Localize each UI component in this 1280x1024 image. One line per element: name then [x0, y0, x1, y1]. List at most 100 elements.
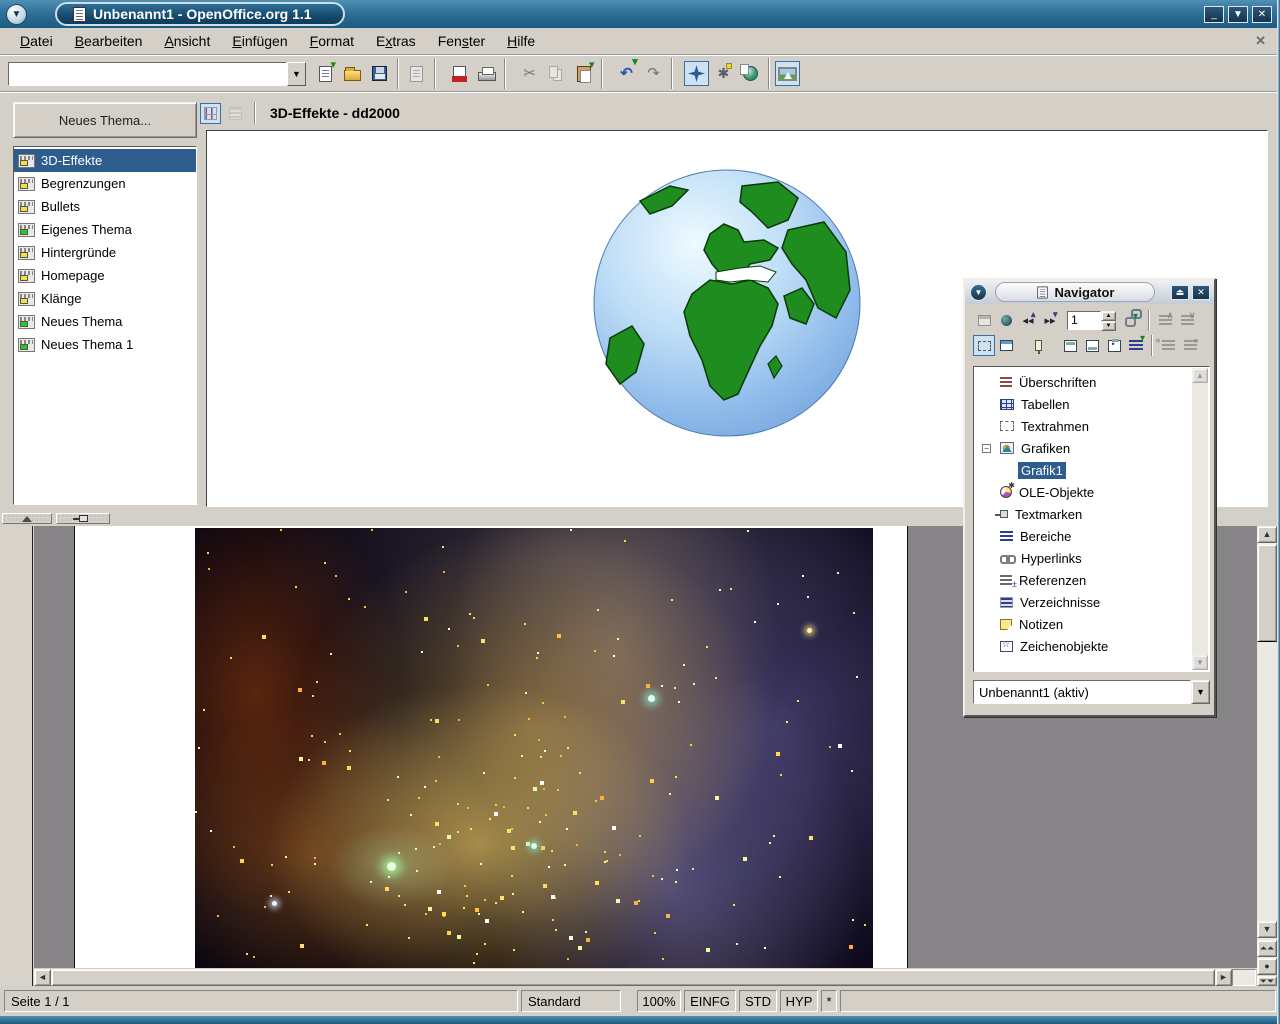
gallery-icon-view-button[interactable]	[200, 103, 221, 124]
theme-item-3d-effekte[interactable]: 3D-Effekte	[14, 149, 196, 172]
close-button[interactable]: ✕	[1252, 6, 1272, 23]
menu-bearbeiten[interactable]: Bearbeiten	[65, 30, 153, 52]
toggle-button[interactable]	[973, 310, 995, 331]
menu-hilfe[interactable]: Hilfe	[497, 30, 545, 52]
tree-item-verzeichnisse[interactable]: Verzeichnisse	[974, 591, 1209, 613]
nebula-image[interactable]	[195, 528, 873, 968]
header-button[interactable]	[1059, 335, 1081, 356]
splitter-stick-button[interactable]	[56, 513, 110, 524]
edit-file-button[interactable]	[404, 61, 429, 86]
tree-item-zeichenobjekte[interactable]: Zeichenobjekte	[974, 635, 1209, 657]
footer-button[interactable]	[1081, 335, 1103, 356]
redo-button[interactable]: ↷	[641, 61, 666, 86]
scroll-right-button[interactable]: ►	[1215, 969, 1232, 986]
hyperlink-dialog-button[interactable]	[738, 61, 763, 86]
horizontal-scrollbar[interactable]: ◄ ►	[34, 969, 1232, 986]
demote-level-button[interactable]: »	[1179, 335, 1201, 356]
navigator-window-menu-button[interactable]: ▼	[970, 284, 987, 301]
status-page-field[interactable]: Seite 1 / 1	[4, 990, 518, 1012]
navigator-shade-button[interactable]: ⏏	[1171, 285, 1189, 300]
paste-button[interactable]	[571, 61, 596, 86]
page-spinbox-input[interactable]	[1067, 311, 1101, 330]
promote-level-button[interactable]: «	[1157, 335, 1179, 356]
print-button[interactable]	[474, 61, 499, 86]
demote-chapter-button[interactable]: ∨	[1176, 310, 1198, 331]
minimize-button[interactable]: _	[1204, 6, 1224, 23]
tree-item-tabellen[interactable]: Tabellen	[974, 393, 1209, 415]
scroll-up-button[interactable]: ▲	[1257, 526, 1277, 543]
menu-ansicht[interactable]: Ansicht	[154, 30, 220, 52]
window-menu-button[interactable]: ▼	[6, 4, 27, 25]
toggle-view-button[interactable]	[995, 335, 1017, 356]
menu-datei[interactable]: Datei	[10, 30, 63, 52]
theme-item-eigenes-thema[interactable]: Eigenes Thema	[14, 218, 196, 241]
drag-mode-button[interactable]	[1122, 310, 1144, 331]
scroll-left-button[interactable]: ◄	[34, 969, 51, 986]
scroll-down-button[interactable]: ▼	[1257, 921, 1277, 938]
new-theme-button[interactable]: Neues Thema...	[13, 102, 197, 138]
url-combobox-dropdown-button[interactable]: ▼	[287, 62, 306, 86]
navigator-title-bar[interactable]: ▼ Navigator ⏏ ✕	[965, 280, 1214, 304]
vertical-scrollbar[interactable]: ▲	[1257, 526, 1277, 968]
new-document-button[interactable]	[313, 61, 338, 86]
open-button[interactable]	[340, 61, 365, 86]
menu-fenster[interactable]: Fenster	[428, 30, 495, 52]
theme-item-begrenzungen[interactable]: Begrenzungen	[14, 172, 196, 195]
navigation-button[interactable]	[995, 310, 1017, 331]
tree-item-grafiken[interactable]: −Grafiken	[974, 437, 1209, 459]
tree-scroll-down-button[interactable]: ▼	[1192, 655, 1208, 670]
next-button[interactable]: ▸▸▾	[1039, 310, 1061, 331]
tree-item-grafik1[interactable]: Grafik1	[974, 459, 1209, 481]
gallery-detail-view-button[interactable]	[225, 103, 246, 124]
save-button[interactable]	[367, 61, 392, 86]
document-close-icon[interactable]: ✕	[1255, 33, 1266, 49]
tree-item-ueberschriften[interactable]: Überschriften	[974, 371, 1209, 393]
menu-einfuegen[interactable]: Einfügen	[222, 30, 297, 52]
promote-chapter-button[interactable]: ∧	[1154, 310, 1176, 331]
navigator-document-dropdown-button[interactable]: ▼	[1191, 680, 1210, 704]
globe-3d-item[interactable]	[592, 168, 862, 438]
tree-item-notizen[interactable]: Notizen	[974, 613, 1209, 635]
theme-item-neues-thema-1[interactable]: Neues Thema 1	[14, 333, 196, 356]
tree-item-textrahmen[interactable]: Textrahmen	[974, 415, 1209, 437]
theme-item-neues-thema[interactable]: Neues Thema	[14, 310, 196, 333]
menu-format[interactable]: Format	[300, 30, 364, 52]
navigator-document-selector[interactable]: Unbenannt1 (aktiv) ▼	[973, 680, 1210, 704]
page-spin-up-button[interactable]: ▲	[1101, 311, 1116, 321]
vertical-scrollbar-thumb[interactable]	[1257, 544, 1277, 642]
copy-button[interactable]	[544, 61, 569, 86]
set-reminder-button[interactable]	[1027, 335, 1049, 356]
collapse-box-icon[interactable]: −	[982, 444, 991, 453]
maximize-button[interactable]: ▼	[1228, 6, 1248, 23]
status-selection-mode-field[interactable]: STD	[739, 990, 777, 1012]
cut-button[interactable]: ✂	[517, 61, 542, 86]
undo-button[interactable]: ↶	[614, 61, 639, 86]
gallery-toggle-button[interactable]	[775, 61, 800, 86]
tree-item-referenzen[interactable]: Referenzen	[974, 569, 1209, 591]
status-hyperlink-mode-field[interactable]: HYP	[780, 990, 818, 1012]
theme-item-homepage[interactable]: Homepage	[14, 264, 196, 287]
url-combobox-input[interactable]	[8, 62, 287, 86]
tree-item-bereiche[interactable]: Bereiche	[974, 525, 1209, 547]
menu-extras[interactable]: Extras	[366, 30, 426, 52]
status-insert-mode-field[interactable]: EINFG	[684, 990, 736, 1012]
previous-button[interactable]: ◂◂▴	[1017, 310, 1039, 331]
tree-scrollbar[interactable]: ▲ ▼	[1192, 368, 1208, 670]
navigator-close-button[interactable]: ✕	[1192, 285, 1210, 300]
tree-item-ole-objekte[interactable]: OLE-Objekte	[974, 481, 1209, 503]
anchor-text-button[interactable]	[1103, 335, 1125, 356]
export-pdf-button[interactable]	[447, 61, 472, 86]
navigation-dot-button[interactable]: ●	[1257, 958, 1277, 975]
stylist-toggle-button[interactable]: ✱	[711, 61, 736, 86]
horizontal-scrollbar-thumb[interactable]	[51, 969, 1215, 986]
theme-item-bullets[interactable]: Bullets	[14, 195, 196, 218]
navigator-toggle-button[interactable]	[684, 61, 709, 86]
page-spin-down-button[interactable]: ▼	[1101, 321, 1116, 331]
next-page-button[interactable]: ⏷⏷	[1257, 976, 1277, 986]
previous-page-button[interactable]: ⏶⏶	[1257, 940, 1277, 957]
theme-item-klaenge[interactable]: Klänge	[14, 287, 196, 310]
content-view-button[interactable]	[973, 335, 995, 356]
tree-scroll-up-button[interactable]: ▲	[1192, 368, 1208, 383]
tree-item-hyperlinks[interactable]: Hyperlinks	[974, 547, 1209, 569]
splitter-collapse-button[interactable]	[2, 513, 52, 524]
